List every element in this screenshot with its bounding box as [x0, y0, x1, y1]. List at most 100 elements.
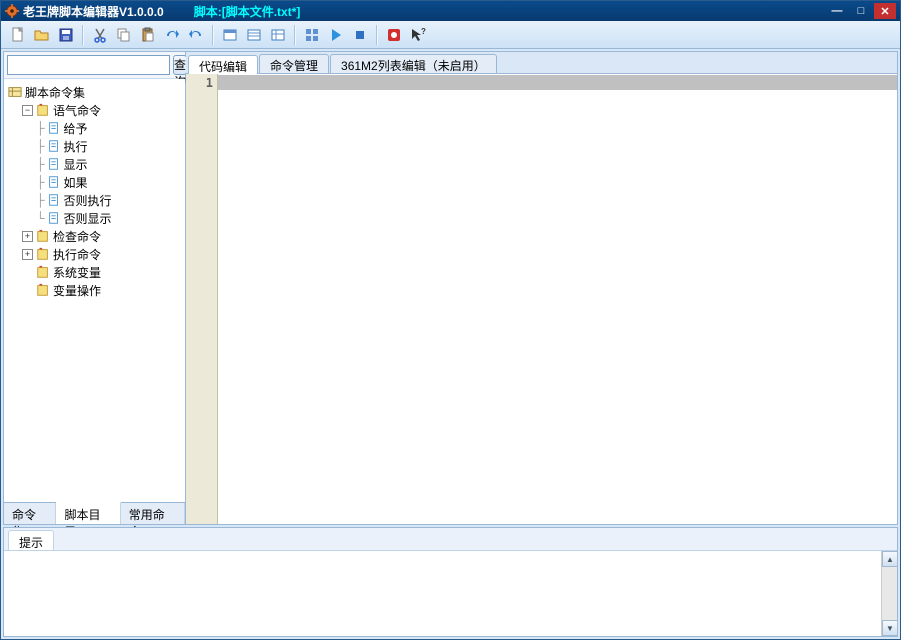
tree-line: ├	[36, 175, 45, 189]
open-folder-icon	[34, 27, 50, 43]
paste-button[interactable]	[137, 24, 159, 46]
tree-item[interactable]: ├ 如果	[6, 173, 183, 191]
stop-button[interactable]	[349, 24, 371, 46]
tree-group[interactable]: − 语气命令	[6, 101, 183, 119]
expand-icon[interactable]: +	[22, 249, 33, 260]
view-detail-button[interactable]	[267, 24, 289, 46]
save-button[interactable]	[55, 24, 77, 46]
new-file-icon	[10, 27, 26, 43]
view-grid-button[interactable]	[301, 24, 323, 46]
tab-m2-list[interactable]: 361M2列表编辑（未启用）	[330, 54, 497, 73]
editor-tabs: 代码编辑 命令管理 361M2列表编辑（未启用）	[186, 52, 897, 74]
command-tree[interactable]: 脚本命令集 − 语气命令 ├ 给予 ├ 执行	[4, 79, 185, 502]
folder-icon	[36, 283, 50, 297]
svg-text:?: ?	[421, 27, 426, 36]
hint-body[interactable]: ▲ ▼	[4, 550, 897, 636]
scroll-up-icon[interactable]: ▲	[882, 551, 898, 567]
tree-label: 执行命令	[53, 246, 101, 263]
folder-icon	[36, 247, 50, 261]
close-button[interactable]: ✕	[874, 3, 896, 19]
editor-body: 1	[186, 74, 897, 524]
tree-item[interactable]: 系统变量	[6, 263, 183, 281]
copy-button[interactable]	[113, 24, 135, 46]
tab-code-edit[interactable]: 代码编辑	[188, 55, 258, 74]
tab-cmd-manage[interactable]: 命令管理	[259, 54, 329, 73]
separator	[376, 25, 378, 45]
tree-line: ├	[36, 157, 45, 171]
tree-spacer	[22, 285, 33, 296]
tree-item[interactable]: ├ 执行	[6, 137, 183, 155]
tree-label: 脚本命令集	[25, 84, 85, 101]
folder-icon	[36, 229, 50, 243]
tree-line: ├	[36, 121, 45, 135]
record-button[interactable]	[383, 24, 405, 46]
view-list-button[interactable]	[243, 24, 265, 46]
help-cursor-icon: ?	[410, 27, 426, 43]
tree-label: 系统变量	[53, 264, 101, 281]
save-icon	[58, 27, 74, 43]
tree-label: 否则显示	[64, 210, 112, 227]
doc-icon	[47, 157, 61, 171]
hint-section: 提示 ▲ ▼	[3, 527, 898, 637]
redo-button[interactable]	[161, 24, 183, 46]
collapse-icon[interactable]: −	[22, 105, 33, 116]
tree-label: 变量操作	[53, 282, 101, 299]
play-button[interactable]	[325, 24, 347, 46]
play-icon	[328, 27, 344, 43]
undo-button[interactable]	[185, 24, 207, 46]
tree-line: └	[36, 211, 45, 225]
tab-script-dir[interactable]: 脚本目录	[56, 502, 120, 524]
tree-item[interactable]: 变量操作	[6, 281, 183, 299]
open-file-button[interactable]	[31, 24, 53, 46]
code-area[interactable]	[218, 74, 897, 524]
tree-line: ├	[36, 139, 45, 153]
separator	[212, 25, 214, 45]
titlebar[interactable]: 老王牌脚本编辑器V1.0.0.0 脚本:[脚本文件.txt*] — □ ✕	[1, 1, 900, 21]
stop-icon	[352, 27, 368, 43]
app-title: 老王牌脚本编辑器V1.0.0.0	[23, 3, 164, 20]
view-grid-icon	[304, 27, 320, 43]
scrollbar[interactable]: ▲ ▼	[881, 551, 897, 636]
tab-commands[interactable]: 命令集	[4, 503, 56, 524]
tree-label: 如果	[64, 174, 88, 191]
paste-icon	[140, 27, 156, 43]
doc-icon	[47, 193, 61, 207]
tree-item[interactable]: ├ 否则执行	[6, 191, 183, 209]
script-title: 脚本:[脚本文件.txt*]	[194, 3, 826, 20]
right-panel: 代码编辑 命令管理 361M2列表编辑（未启用） 1	[186, 52, 897, 524]
search-button[interactable]: 查询	[173, 55, 187, 75]
current-line-highlight	[218, 75, 897, 90]
tree-item[interactable]: ├ 显示	[6, 155, 183, 173]
help-cursor-button[interactable]: ?	[407, 24, 429, 46]
toolbar: ?	[1, 21, 900, 49]
tab-hint[interactable]: 提示	[8, 530, 54, 550]
minimize-button[interactable]: —	[826, 3, 848, 19]
tab-common-cmd[interactable]: 常用命令	[121, 503, 185, 524]
tree-group[interactable]: + 执行命令	[6, 245, 183, 263]
left-tabs: 命令集 脚本目录 常用命令	[4, 502, 185, 524]
cut-button[interactable]	[89, 24, 111, 46]
tree-root[interactable]: 脚本命令集	[6, 83, 183, 101]
tree-label: 检查命令	[53, 228, 101, 245]
tree-label: 语气命令	[53, 102, 101, 119]
window-controls: — □ ✕	[826, 3, 896, 19]
tree-label: 给予	[64, 120, 88, 137]
expand-icon[interactable]: +	[22, 231, 33, 242]
tree-item[interactable]: └ 否则显示	[6, 209, 183, 227]
tree-group[interactable]: + 检查命令	[6, 227, 183, 245]
hint-tabs: 提示	[4, 528, 897, 550]
doc-icon	[47, 139, 61, 153]
line-gutter: 1	[186, 74, 218, 524]
view-window-icon	[222, 27, 238, 43]
doc-icon	[47, 121, 61, 135]
maximize-button[interactable]: □	[850, 3, 872, 19]
scroll-down-icon[interactable]: ▼	[882, 620, 898, 636]
tree-item[interactable]: ├ 给予	[6, 119, 183, 137]
view-window-button[interactable]	[219, 24, 241, 46]
main-area: 查询 脚本命令集 − 语气命令 ├ 给	[1, 49, 900, 639]
new-file-button[interactable]	[7, 24, 29, 46]
app-icon	[5, 4, 19, 18]
folder-icon	[36, 265, 50, 279]
search-input[interactable]	[7, 55, 170, 75]
separator	[294, 25, 296, 45]
